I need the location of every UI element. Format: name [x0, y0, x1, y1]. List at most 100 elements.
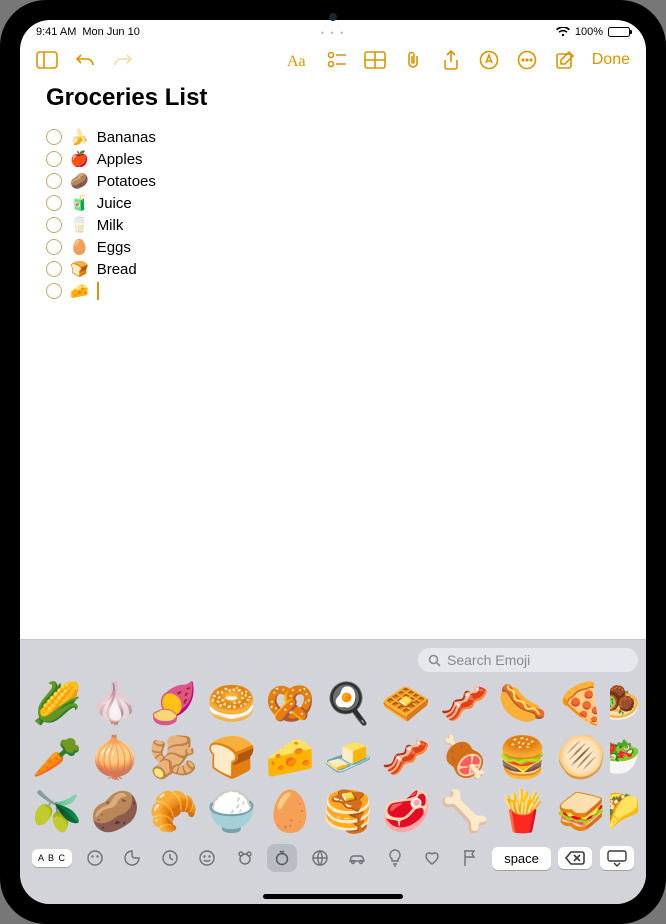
checkbox-circle[interactable]	[46, 217, 62, 233]
ipad-frame: • • • 9:41 AM Mon Jun 10 100%	[0, 0, 666, 924]
dismiss-keyboard-key[interactable]	[600, 846, 634, 870]
emoji-key[interactable]: 🌮	[610, 788, 638, 836]
checklist-item[interactable]: 🍌 Bananas	[46, 126, 620, 148]
sidebar-toggle-icon[interactable]	[32, 45, 62, 75]
checkbox-circle[interactable]	[46, 261, 62, 277]
status-date: Mon Jun 10	[82, 26, 139, 38]
emoji-key[interactable]: 🫒	[28, 788, 86, 836]
item-text: Bananas	[97, 129, 156, 146]
multitask-indicator[interactable]: • • •	[321, 28, 345, 38]
done-button[interactable]: Done	[588, 51, 634, 69]
space-key[interactable]: space	[492, 847, 551, 870]
emoji-key[interactable]: 🥓	[377, 734, 435, 782]
category-objects-icon[interactable]	[380, 844, 410, 872]
checklist-item-active[interactable]: 🧀	[46, 280, 620, 302]
emoji-key[interactable]: 🍳	[319, 680, 377, 728]
emoji-key[interactable]: 🥨	[261, 680, 319, 728]
checkbox-circle[interactable]	[46, 173, 62, 189]
redo-icon	[108, 45, 138, 75]
emoji-key[interactable]: 🍖	[435, 734, 493, 782]
checkbox-circle[interactable]	[46, 283, 62, 299]
svg-text:Aa: Aa	[287, 53, 306, 69]
markup-icon[interactable]	[474, 45, 504, 75]
checklist-item[interactable]: 🍞Bread	[46, 258, 620, 280]
checklist-item[interactable]: 🍎Apples	[46, 148, 620, 170]
abc-key[interactable]: A B C	[32, 849, 72, 867]
status-time: 9:41 AM	[36, 26, 76, 38]
emoji-key[interactable]: 🫚	[144, 734, 202, 782]
category-clock-icon[interactable]	[155, 844, 185, 872]
delete-key[interactable]	[558, 847, 592, 869]
checkbox-circle[interactable]	[46, 239, 62, 255]
item-text: Potatoes	[97, 173, 156, 190]
emoji-key[interactable]: 🦴	[435, 788, 493, 836]
item-emoji: 🥚	[70, 238, 89, 256]
emoji-key[interactable]: 🧀	[261, 734, 319, 782]
checkbox-circle[interactable]	[46, 151, 62, 167]
emoji-key[interactable]: 🥓	[435, 680, 493, 728]
emoji-search[interactable]: Search Emoji	[418, 648, 638, 672]
attachment-icon[interactable]	[398, 45, 428, 75]
search-placeholder: Search Emoji	[447, 652, 530, 668]
emoji-key[interactable]: 🍚	[203, 788, 261, 836]
emoji-key[interactable]: 🥚	[261, 788, 319, 836]
undo-icon[interactable]	[70, 45, 100, 75]
category-recent-icon[interactable]	[80, 844, 110, 872]
checklist-icon[interactable]	[322, 45, 352, 75]
item-text: Juice	[97, 195, 132, 212]
category-food-icon[interactable]	[267, 844, 297, 872]
checkbox-circle[interactable]	[46, 195, 62, 211]
checkbox-circle[interactable]	[46, 129, 62, 145]
emoji-key[interactable]: 🧄	[86, 680, 144, 728]
emoji-key[interactable]: 🫓	[552, 734, 610, 782]
battery-icon	[608, 27, 630, 37]
checklist-item[interactable]: 🧃Juice	[46, 192, 620, 214]
item-text: Apples	[97, 151, 143, 168]
emoji-key[interactable]: 🌭	[494, 680, 552, 728]
checklist-item[interactable]: 🥔 Potatoes	[46, 170, 620, 192]
emoji-key[interactable]: 🍠	[144, 680, 202, 728]
checklist-item[interactable]: 🥚Eggs	[46, 236, 620, 258]
emoji-key[interactable]: 🍕	[552, 680, 610, 728]
item-emoji: 🧀	[70, 282, 89, 300]
emoji-key[interactable]: 🥔	[86, 788, 144, 836]
toolbar: Aa	[20, 42, 646, 80]
note-body[interactable]: Groceries List 🍌 Bananas 🍎Apples 🥔 Potatoes 🧃…	[20, 80, 646, 639]
emoji-key[interactable]: 🥪	[552, 788, 610, 836]
emoji-key[interactable]: 🧅	[86, 734, 144, 782]
compose-icon[interactable]	[550, 45, 580, 75]
category-symbols-icon[interactable]	[417, 844, 447, 872]
category-travel-icon[interactable]	[342, 844, 372, 872]
search-icon	[428, 654, 441, 667]
share-icon[interactable]	[436, 45, 466, 75]
emoji-key[interactable]: 🥯	[203, 680, 261, 728]
emoji-key[interactable]: 🌽	[28, 680, 86, 728]
emoji-key[interactable]: 🥕	[28, 734, 86, 782]
item-emoji: 🍌	[70, 128, 89, 146]
item-text: Milk	[97, 217, 124, 234]
home-indicator[interactable]	[263, 894, 403, 899]
emoji-key[interactable]: 🥗	[610, 734, 638, 782]
category-stickers-icon[interactable]	[117, 844, 147, 872]
emoji-key[interactable]: 🧇	[377, 680, 435, 728]
emoji-key[interactable]: 🧈	[319, 734, 377, 782]
table-icon[interactable]	[360, 45, 390, 75]
text-format-icon[interactable]: Aa	[284, 45, 314, 75]
category-smileys-icon[interactable]	[192, 844, 222, 872]
category-activity-icon[interactable]	[305, 844, 335, 872]
emoji-key[interactable]: 🥩	[377, 788, 435, 836]
item-emoji: 🥔	[70, 172, 89, 190]
category-flags-icon[interactable]	[455, 844, 485, 872]
item-emoji: 🍞	[70, 260, 89, 278]
more-icon[interactable]	[512, 45, 542, 75]
emoji-key[interactable]: 🥐	[144, 788, 202, 836]
emoji-key[interactable]: 🍟	[494, 788, 552, 836]
checklist-item[interactable]: 🥛Milk	[46, 214, 620, 236]
emoji-key[interactable]: 🧆	[610, 680, 638, 728]
note-title[interactable]: Groceries List	[46, 84, 620, 112]
camera-dot	[329, 13, 337, 21]
category-animals-icon[interactable]	[230, 844, 260, 872]
emoji-key[interactable]: 🍞	[203, 734, 261, 782]
emoji-key[interactable]: 🍔	[494, 734, 552, 782]
emoji-key[interactable]: 🥞	[319, 788, 377, 836]
